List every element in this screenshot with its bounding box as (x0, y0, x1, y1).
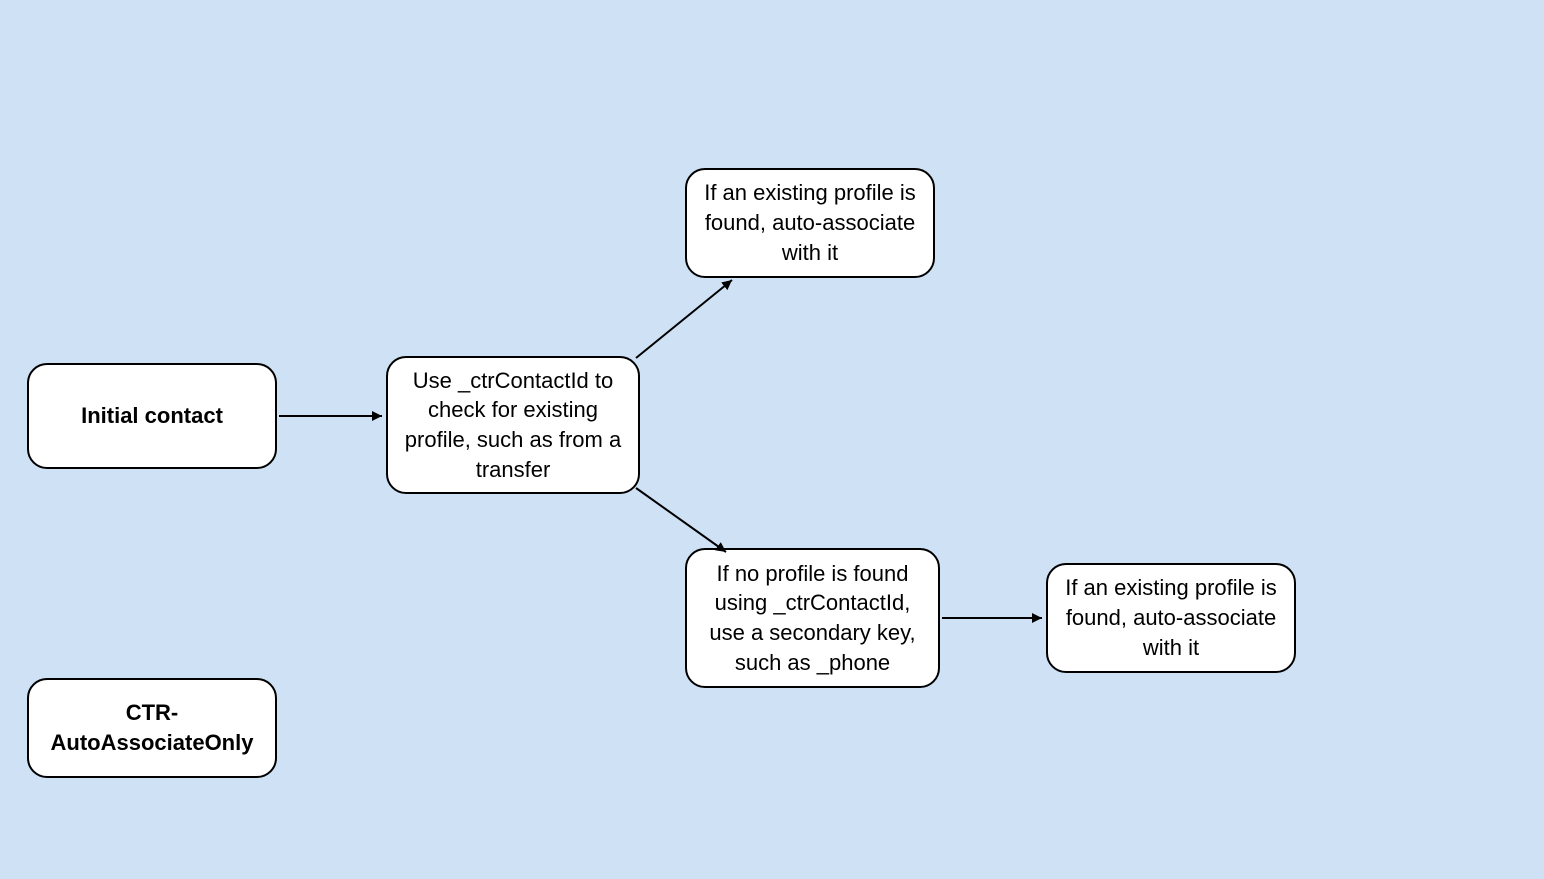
node-no-profile: If no profile is found using _ctrContact… (685, 548, 940, 688)
node-label: CTR-AutoAssociateOnly (45, 698, 259, 757)
node-found-top: If an existing profile is found, auto-as… (685, 168, 935, 278)
node-check-profile: Use _ctrContactId to check for existing … (386, 356, 640, 494)
node-label: Initial contact (81, 401, 223, 431)
node-initial-contact: Initial contact (27, 363, 277, 469)
node-ctr-label: CTR-AutoAssociateOnly (27, 678, 277, 778)
node-label: If no profile is found using _ctrContact… (703, 559, 922, 678)
node-label: If an existing profile is found, auto-as… (703, 178, 917, 267)
node-label: If an existing profile is found, auto-as… (1064, 573, 1278, 662)
node-found-right: If an existing profile is found, auto-as… (1046, 563, 1296, 673)
node-label: Use _ctrContactId to check for existing … (404, 366, 622, 485)
